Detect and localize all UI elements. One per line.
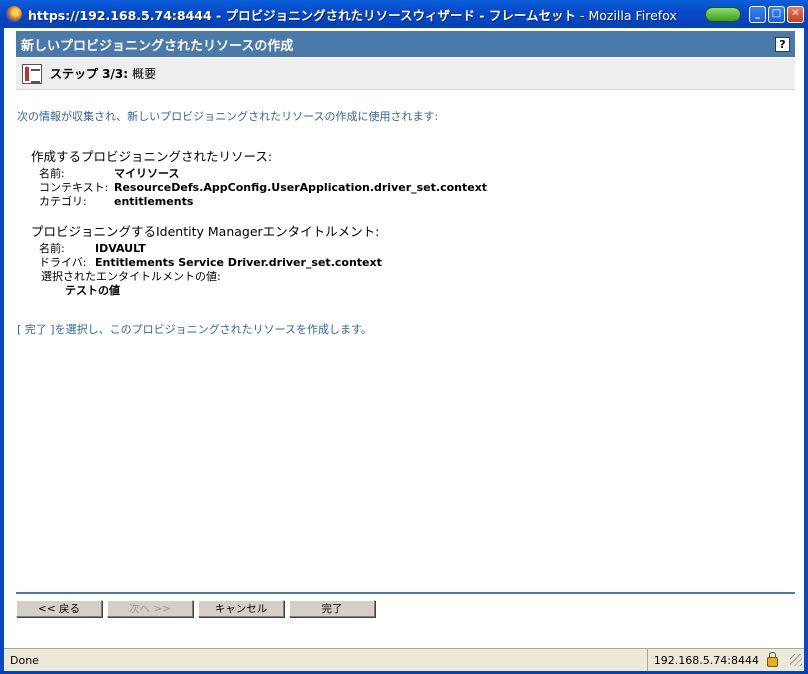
wizard-header: 新しいプロビジョニングされたリソースの作成 ?: [16, 31, 795, 57]
window-frame-left: [0, 28, 4, 674]
step-name: 概要: [132, 67, 157, 81]
resource-name-label: 名前:: [39, 167, 65, 180]
close-button[interactable]: ✕: [787, 5, 804, 23]
back-button[interactable]: << 戻る: [16, 600, 102, 617]
help-button[interactable]: ?: [775, 36, 790, 52]
entitlement-name-row: 名前: IDVAULT: [31, 242, 382, 256]
summary-step-icon: [22, 63, 42, 84]
next-button: 次へ >>: [107, 600, 193, 617]
resource-section-title: 作成するプロビジョニングされたリソース:: [31, 149, 273, 164]
resource-name-value: マイリソース: [114, 167, 180, 180]
finish-button[interactable]: 完了: [289, 600, 375, 617]
resource-category-row: カテゴリ: entitlements: [31, 195, 487, 209]
window-title-bar: https://192.168.5.74:8444 - プロビジョニングされたリ…: [0, 0, 808, 28]
window-title-app: - Mozilla Firefox: [576, 7, 677, 23]
resource-context-value: ResourceDefs.AppConfig.UserApplication.d…: [114, 181, 488, 194]
step-number: ステップ 3/3:: [50, 67, 129, 81]
entitlement-name-value: IDVAULT: [95, 242, 146, 255]
minimize-button[interactable]: _: [749, 5, 766, 23]
entitlement-summary-section: プロビジョニングするIdentity Managerエンタイトルメント: 名前:…: [31, 221, 382, 298]
status-host-text: 192.168.5.74:8444: [653, 653, 759, 667]
window-frame-right: [804, 28, 808, 674]
window-title-url: https://192.168.5.74:8444: [28, 7, 212, 23]
intro-text: 次の情報が収集され、新しいプロビジョニングされたリソースの作成に使用されます:: [17, 110, 439, 123]
entitlement-driver-row: ドライバ: Entitlements Service Driver.driver…: [31, 256, 382, 270]
entitlement-driver-value: Entitlements Service Driver.driver_set.c…: [95, 256, 382, 269]
resource-name-row: 名前: マイリソース: [31, 167, 487, 181]
window-controls: _ □ ✕: [705, 5, 804, 23]
wizard-button-row: << 戻る 次へ >> キャンセル 完了: [16, 600, 375, 617]
status-host: 192.168.5.74:8444: [646, 649, 784, 671]
resource-category-value: entitlements: [114, 195, 194, 208]
cancel-button[interactable]: キャンセル: [198, 600, 284, 617]
window-title-separator: -: [211, 7, 226, 23]
resource-category-label: カテゴリ:: [39, 195, 87, 208]
selected-entitlement-value: テストの値: [65, 284, 120, 297]
entitlement-name-label: 名前:: [39, 242, 65, 255]
lock-icon[interactable]: [767, 652, 778, 667]
window-title: https://192.168.5.74:8444 - プロビジョニングされたリ…: [28, 5, 705, 24]
button-divider: [16, 592, 795, 594]
resource-context-row: コンテキスト: ResourceDefs.AppConfig.UserAppli…: [31, 181, 487, 195]
resource-summary-section: 作成するプロビジョニングされたリソース: 名前: マイリソース コンテキスト: …: [31, 146, 487, 209]
finish-instruction: [ 完了 ]を選択し、このプロビジョニングされたリソースを作成します。: [17, 323, 372, 336]
selected-entitlement-label: 選択されたエンタイトルメントの値:: [41, 270, 221, 283]
maximize-button[interactable]: □: [768, 5, 785, 23]
entitlement-section-title: プロビジョニングするIdentity Managerエンタイトルメント:: [31, 224, 380, 239]
resize-grip-icon[interactable]: [790, 654, 802, 666]
browser-status-bar: Done 192.168.5.74:8444: [4, 648, 804, 671]
nvidia-badge-icon: [705, 6, 741, 22]
wizard-title: 新しいプロビジョニングされたリソースの作成: [21, 38, 294, 54]
step-indicator: ステップ 3/3: 概要: [16, 58, 795, 90]
entitlement-driver-label: ドライバ:: [39, 256, 87, 269]
window-title-page: プロビジョニングされたリソースウィザード - フレームセット: [225, 7, 576, 23]
status-text: Done: [10, 653, 39, 667]
resource-context-label: コンテキスト:: [39, 181, 109, 194]
firefox-icon: [6, 6, 22, 22]
